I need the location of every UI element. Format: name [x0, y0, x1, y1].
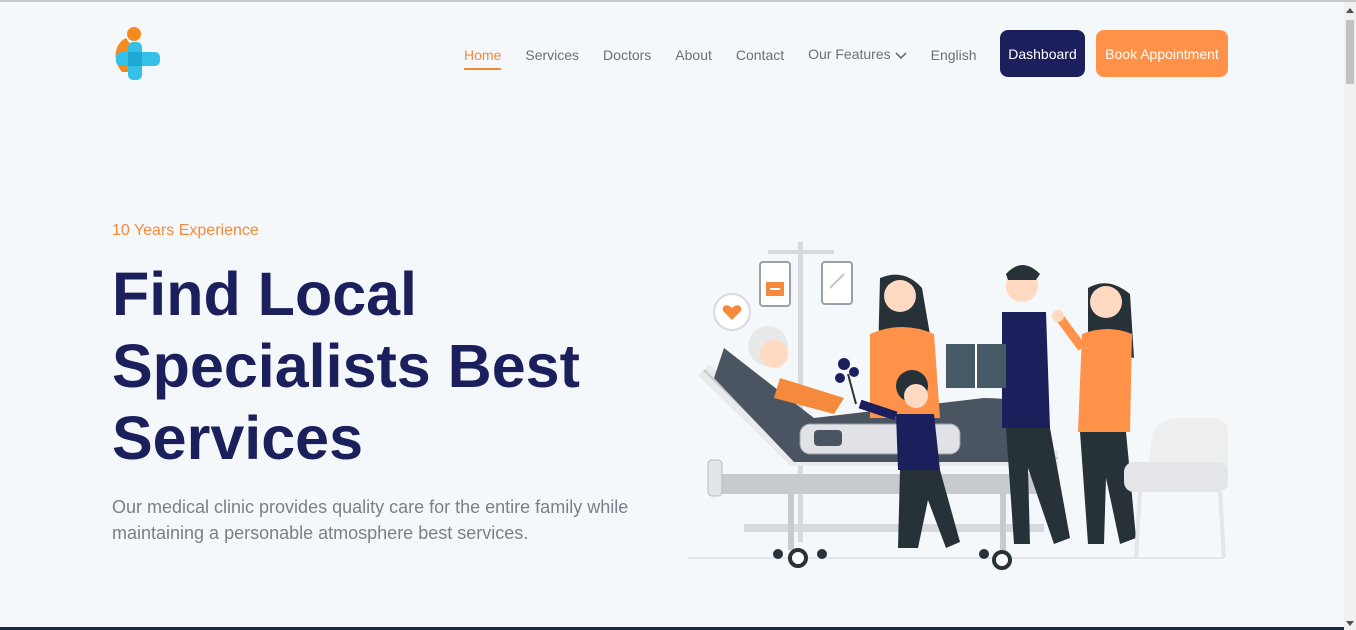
book-appointment-button[interactable]: Book Appointment — [1096, 30, 1228, 77]
hero-section: 10 Years Experience Find Local Specialis… — [112, 222, 652, 546]
hero-description-line: Our medical clinic provides quality care… — [112, 497, 629, 517]
nav-home[interactable]: Home — [464, 47, 502, 70]
nav-services[interactable]: Services — [525, 47, 579, 63]
medical-cross-logo-icon — [115, 27, 160, 80]
nav-our-features[interactable]: Our Features — [808, 46, 907, 63]
hero-title-line: Specialists Best — [112, 332, 580, 400]
nav-about[interactable]: About — [675, 47, 712, 63]
hero-description-line: maintaining a personable atmosphere best… — [112, 523, 529, 543]
hero-title: Find Local Specialists Best Services — [112, 258, 652, 474]
dashboard-button[interactable]: Dashboard — [1000, 30, 1085, 77]
hero-illustration — [684, 238, 1232, 570]
language-selector[interactable]: English — [931, 47, 977, 63]
site-header: Home Services Doctors About Contact Our … — [0, 2, 1344, 102]
nav-contact[interactable]: Contact — [736, 47, 784, 63]
hospital-family-illustration — [688, 242, 1229, 570]
chevron-down-icon — [895, 47, 907, 63]
hero-description: Our medical clinic provides quality care… — [112, 494, 652, 546]
scroll-down-arrow-icon[interactable] — [1346, 621, 1354, 626]
page-scrollbar[interactable] — [1344, 2, 1356, 630]
logo[interactable] — [112, 26, 162, 82]
scroll-thumb[interactable] — [1346, 20, 1354, 84]
nav-doctors[interactable]: Doctors — [603, 47, 651, 63]
scroll-up-arrow-icon[interactable] — [1346, 8, 1354, 13]
hero-eyebrow: 10 Years Experience — [112, 222, 259, 239]
hero-title-line: Find Local — [112, 260, 417, 328]
nav-our-features-label: Our Features — [808, 46, 891, 62]
hero-title-line: Services — [112, 404, 363, 472]
main-nav: Home Services Doctors About Contact Our … — [464, 46, 1001, 70]
